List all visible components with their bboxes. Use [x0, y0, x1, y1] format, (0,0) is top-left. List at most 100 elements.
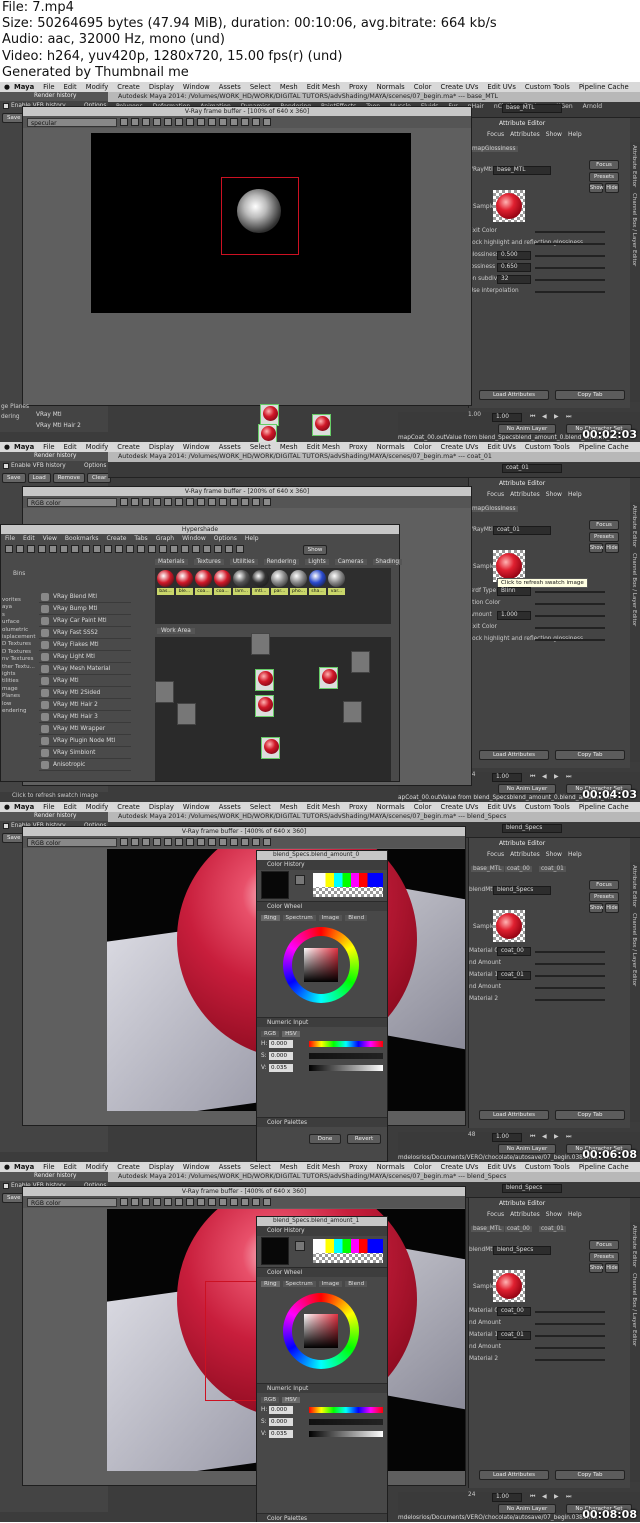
sample-swatch[interactable]: [493, 1270, 525, 1302]
attribute-editor-menu-item[interactable]: Attributes: [510, 131, 540, 138]
side-tab[interactable]: Attribute Editor: [630, 862, 638, 910]
hypershade-tab[interactable]: Shading: [372, 559, 403, 565]
vfb-tool-icon[interactable]: [153, 498, 161, 506]
channel-slider[interactable]: [309, 1431, 383, 1437]
hypershade-tool-icon[interactable]: [93, 545, 101, 553]
category-item[interactable]: mage Planes: [2, 686, 37, 701]
history-button[interactable]: Load: [27, 473, 51, 483]
channel-value-input[interactable]: 0.000: [269, 1040, 293, 1048]
copy-tab-button[interactable]: Copy Tab: [555, 1110, 625, 1120]
sample-swatch[interactable]: [493, 910, 525, 942]
category-item[interactable]: aya: [2, 604, 37, 611]
hypershade-tool-icon[interactable]: [170, 545, 178, 553]
focus-button[interactable]: Focus: [589, 520, 619, 530]
vfb-tool-icon[interactable]: [120, 838, 128, 846]
category-item[interactable]: vorites: [2, 597, 37, 604]
color-wheel-tab[interactable]: Blend: [345, 915, 368, 921]
hypershade-tab[interactable]: Textures: [193, 559, 224, 565]
menu-item[interactable]: Mesh: [280, 1163, 298, 1171]
vfb-tool-icon[interactable]: [252, 838, 260, 846]
menu-item[interactable]: Pipeline Cache: [579, 443, 629, 451]
vfb-tool-icon[interactable]: [197, 118, 205, 126]
menu-item[interactable]: Modify: [86, 443, 109, 451]
vfb-tool-icon[interactable]: [219, 838, 227, 846]
hypershade-menu-item[interactable]: File: [5, 535, 15, 542]
attribute-value[interactable]: coat_01: [497, 971, 531, 980]
menu-item[interactable]: Proxy: [349, 1163, 368, 1171]
hypershade-tool-icon[interactable]: [5, 545, 13, 553]
playback-icon[interactable]: ⏭: [566, 773, 571, 781]
hypershade-tool-icon[interactable]: [159, 545, 167, 553]
done-button[interactable]: Done: [309, 1134, 341, 1144]
menu-item[interactable]: Normals: [377, 443, 405, 451]
vfb-tool-icon[interactable]: [263, 1198, 271, 1206]
menu-item[interactable]: Mesh: [280, 443, 298, 451]
presets-button[interactable]: Presets: [589, 892, 619, 902]
vfb-tool-icon[interactable]: [164, 838, 172, 846]
menu-item[interactable]: Pipeline Cache: [579, 1163, 629, 1171]
hypershade-tool-icon[interactable]: [214, 545, 222, 553]
menu-item[interactable]: Window: [183, 443, 210, 451]
menu-item[interactable]: Color: [414, 1163, 432, 1171]
vfb-tool-icon[interactable]: [164, 498, 172, 506]
channel-slider[interactable]: [309, 1407, 383, 1413]
show-button[interactable]: Show: [589, 543, 604, 553]
attribute-editor-menu-item[interactable]: Attributes: [510, 1211, 540, 1218]
attribute-value[interactable]: Blinn: [497, 587, 531, 596]
presets-button[interactable]: Presets: [589, 172, 619, 182]
numeric-input-section[interactable]: Numeric Input: [257, 1017, 387, 1027]
menu-item[interactable]: Select: [250, 443, 271, 451]
category-item[interactable]: s: [2, 612, 37, 619]
menu-item[interactable]: Custom Tools: [525, 443, 570, 451]
eyedropper-icon[interactable]: [295, 1241, 305, 1251]
hypershade-tool-icon[interactable]: [115, 545, 123, 553]
vfb-tool-icon[interactable]: [186, 838, 194, 846]
swatch-icon[interactable]: [271, 570, 288, 587]
menu-item[interactable]: Create UVs: [440, 1163, 478, 1171]
menu-item[interactable]: Create: [117, 83, 140, 91]
side-tab[interactable]: Attribute Editor: [630, 142, 638, 190]
sample-swatch[interactable]: [493, 190, 525, 222]
color-wheel-tab[interactable]: Ring: [261, 915, 280, 921]
category-item[interactable]: nv Textures: [2, 656, 37, 663]
attribute-slider[interactable]: [535, 1347, 605, 1349]
side-tab[interactable]: Attribute Editor: [630, 1222, 638, 1270]
color-wheel-tab[interactable]: Blend: [345, 1281, 368, 1287]
hide-button[interactable]: Hide: [605, 1263, 619, 1273]
category-item[interactable]: ther Textu...: [2, 664, 37, 671]
channel-select[interactable]: RGB color: [27, 837, 117, 847]
vfb-tool-icon[interactable]: [219, 118, 227, 126]
hypershade-tool-icon[interactable]: [225, 545, 233, 553]
playback-icon[interactable]: ▶: [554, 1133, 559, 1140]
list-item[interactable]: VRay Mtl Hair 2: [0, 421, 108, 432]
hypershade-tool-icon[interactable]: [49, 545, 57, 553]
attribute-slider[interactable]: [535, 951, 605, 953]
vfb-tool-icon[interactable]: [219, 498, 227, 506]
history-button[interactable]: Save: [2, 473, 26, 483]
hypershade-tool-icon[interactable]: [192, 545, 200, 553]
vfb-tool-icon[interactable]: [120, 118, 128, 126]
category-item[interactable]: ights: [2, 671, 37, 678]
shader-node[interactable]: [155, 681, 174, 703]
attribute-slider[interactable]: [535, 591, 605, 593]
attribute-value[interactable]: coat_00: [497, 947, 531, 956]
hypershade-menu-item[interactable]: View: [43, 535, 57, 542]
menu-item[interactable]: Proxy: [349, 83, 368, 91]
attribute-editor-menu-item[interactable]: Focus: [487, 851, 504, 858]
color-wheel-tab[interactable]: Image: [318, 1281, 343, 1287]
menu-item[interactable]: Edit Mesh: [307, 1163, 340, 1171]
swatch-icon[interactable]: [157, 570, 174, 587]
menu-item[interactable]: File: [43, 803, 54, 811]
playback-icon[interactable]: ⏮: [530, 1133, 535, 1141]
swatch-icon[interactable]: [214, 570, 231, 587]
vfb-tool-icon[interactable]: [241, 118, 249, 126]
menu-item[interactable]: Assets: [219, 83, 241, 91]
vfb-tool-icon[interactable]: [252, 498, 260, 506]
load-attributes-button[interactable]: Load Attributes: [479, 1110, 549, 1120]
show-button[interactable]: Show: [589, 1263, 604, 1273]
playback-icon[interactable]: ◀: [542, 1493, 547, 1500]
channel-value-input[interactable]: 0.000: [269, 1052, 293, 1060]
hypershade-menu-item[interactable]: Bookmarks: [65, 535, 99, 542]
node-name-field[interactable]: base_MTL: [502, 104, 562, 113]
vfb-tool-icon[interactable]: [219, 1198, 227, 1206]
